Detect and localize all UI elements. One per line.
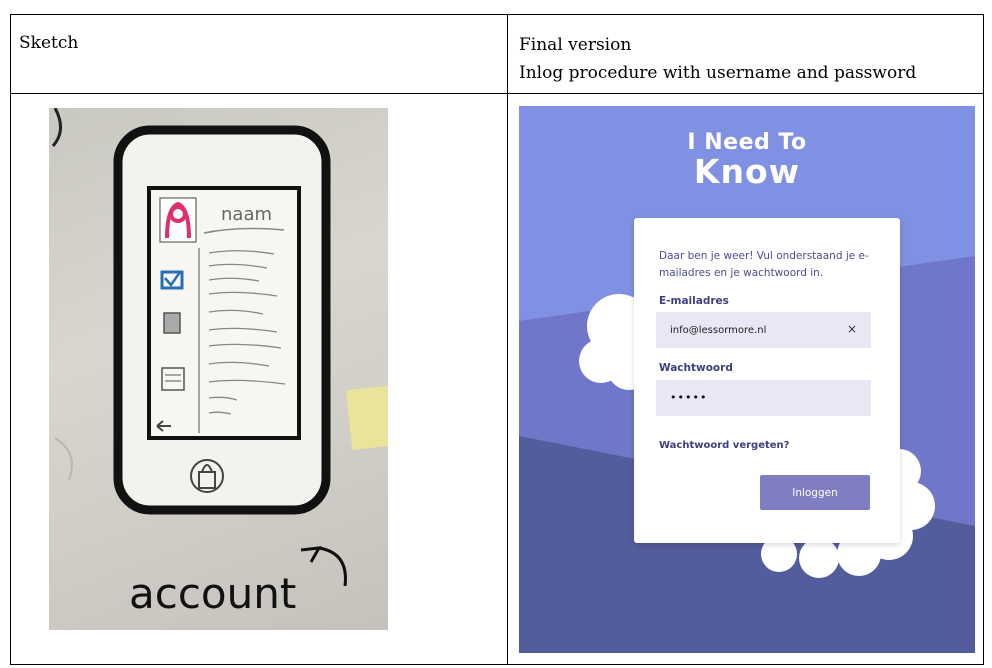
header-cell-final: Final version Inlog procedure with usern… xyxy=(507,14,984,94)
sketch-account-text: account xyxy=(129,569,296,618)
password-field[interactable]: ••••• xyxy=(656,380,871,416)
login-button[interactable]: Inloggen xyxy=(760,475,870,510)
clear-icon[interactable]: × xyxy=(847,322,857,336)
email-value: info@lessormore.nl xyxy=(670,325,767,336)
header-final-title: Final version xyxy=(519,35,632,55)
header-final-label: Final version Inlog procedure with usern… xyxy=(519,31,916,87)
header-sketch-label: Sketch xyxy=(19,33,79,53)
forgot-password-link[interactable]: Wachtwoord vergeten? xyxy=(659,440,789,451)
login-intro-text: Daar ben je weer! Vul onderstaand je e-m… xyxy=(659,250,869,279)
password-label: Wachtwoord xyxy=(659,362,733,374)
header-cell-sketch: Sketch xyxy=(10,14,508,94)
sketch-document-icon xyxy=(163,312,181,334)
login-card: Daar ben je weer! Vul onderstaand je e-m… xyxy=(634,218,900,543)
app-brand-logo: Know xyxy=(693,152,801,191)
email-field[interactable]: info@lessormore.nl × xyxy=(656,312,871,348)
sketch-photo: naam account xyxy=(49,108,388,630)
password-value: ••••• xyxy=(670,391,708,404)
app-login-screenshot: I Need To Know Daar ben je weer! Vul ond… xyxy=(519,106,975,653)
email-label: E-mailadres xyxy=(659,295,729,307)
sketch-drawing: naam account xyxy=(51,108,388,618)
header-final-subtitle: Inlog procedure with username and passwo… xyxy=(519,63,917,83)
sketch-naam-text: naam xyxy=(221,204,272,225)
